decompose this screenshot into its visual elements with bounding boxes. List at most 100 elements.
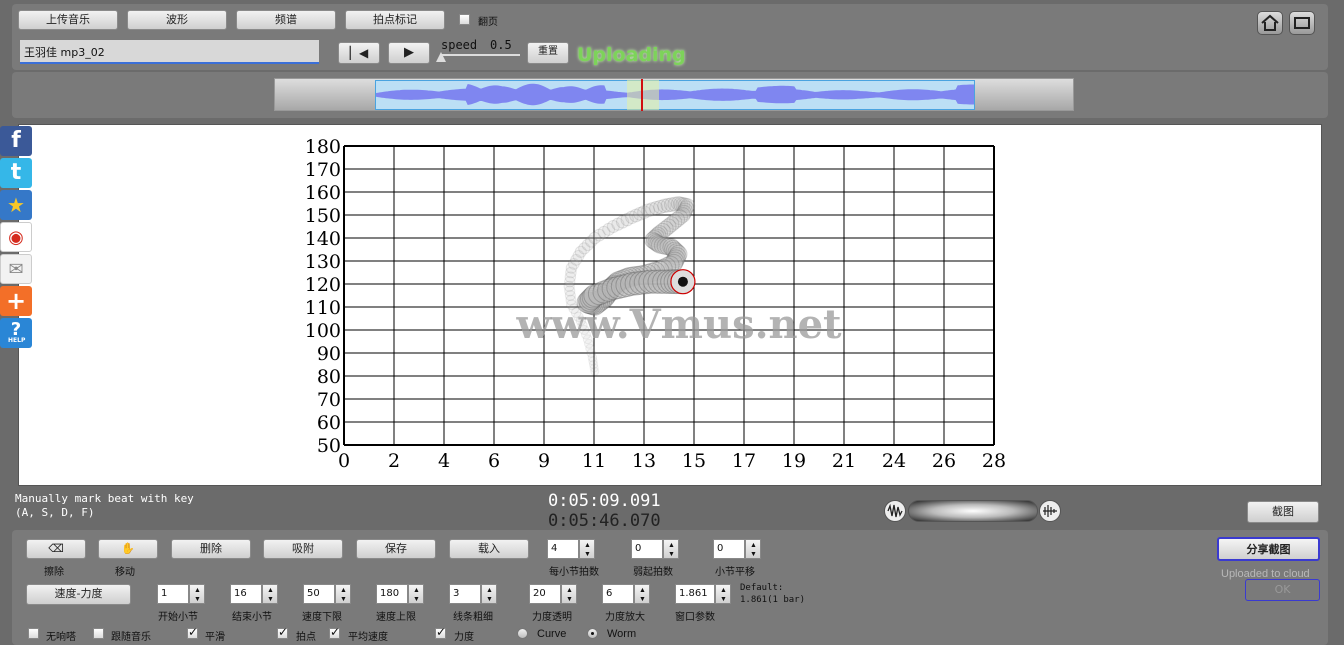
tempo-min-arrows[interactable]: ▲ ▼ <box>335 584 351 604</box>
play-icon: ▶ <box>404 45 414 60</box>
snap-button[interactable]: 吸附 <box>263 539 343 559</box>
facebook-icon[interactable]: f <box>0 126 32 156</box>
end-bar-value[interactable]: 16 <box>230 584 262 604</box>
no-click-checkbox[interactable] <box>28 628 39 639</box>
smooth-label: 平滑 <box>205 632 225 643</box>
dynamics-checkbox[interactable] <box>435 625 446 639</box>
skip-back-button[interactable]: ▏◀ <box>338 42 380 64</box>
move-button[interactable]: ✋ <box>98 539 158 559</box>
add-share-icon[interactable]: + <box>0 286 32 316</box>
tempo-max-label: 速度上限 <box>376 612 416 623</box>
waveform-signal <box>376 83 974 106</box>
reset-button[interactable]: 重置 <box>527 42 569 64</box>
skip-back-icon: ▏◀ <box>349 46 369 60</box>
y-tick-label: 170 <box>305 159 341 181</box>
y-tick-label: 140 <box>305 228 341 250</box>
curve-radio[interactable] <box>517 628 528 639</box>
beat-mark-button[interactable]: 拍点标记 <box>345 10 445 30</box>
window-param-label: 窗口参数 <box>675 612 715 623</box>
end-bar-arrows[interactable]: ▲ ▼ <box>262 584 278 604</box>
line-width-arrows[interactable]: ▲ ▼ <box>481 584 497 604</box>
line-width-value[interactable]: 3 <box>449 584 481 604</box>
start-bar-value[interactable]: 1 <box>157 584 189 604</box>
play-button[interactable]: ▶ <box>388 42 430 64</box>
waveform-overview[interactable] <box>274 78 1074 111</box>
speed-value: 0.5 <box>490 38 512 52</box>
bar-shift-value[interactable]: 0 <box>713 539 745 559</box>
dyn-scale-arrows[interactable]: ▲ ▼ <box>634 584 650 604</box>
load-button[interactable]: 载入 <box>449 539 529 559</box>
tempo-dynamics-button[interactable]: 速度-力度 <box>26 584 131 605</box>
x-tick-label: 19 <box>782 450 806 472</box>
tempo-max-value[interactable]: 180 <box>376 584 408 604</box>
ok-button[interactable]: OK <box>1245 579 1320 601</box>
dyn-scale-value[interactable]: 6 <box>602 584 634 604</box>
email-icon[interactable]: ✉ <box>0 254 32 284</box>
start-bar-arrows[interactable]: ▲ ▼ <box>189 584 205 604</box>
watermark: www.Vmus.net <box>515 301 842 348</box>
twitter-icon[interactable]: t <box>0 158 32 188</box>
bar-shift-label: 小节平移 <box>715 567 755 578</box>
volume-high-icon[interactable] <box>1039 500 1061 522</box>
speed-label: speed <box>441 38 478 52</box>
dyn-opacity-arrows[interactable]: ▲ ▼ <box>561 584 577 604</box>
save-button[interactable]: 保存 <box>356 539 436 559</box>
y-tick-label: 50 <box>317 435 341 457</box>
home-icon[interactable] <box>1257 11 1283 35</box>
delete-button[interactable]: 删除 <box>171 539 251 559</box>
screenshot-button[interactable]: 截图 <box>1247 501 1319 523</box>
pickup-beats-arrows[interactable]: ▲ ▼ <box>663 539 679 559</box>
speed-slider-thumb[interactable] <box>436 52 446 62</box>
beats-per-bar-arrows[interactable]: ▲ ▼ <box>579 539 595 559</box>
weibo-icon[interactable]: ◉ <box>0 222 32 252</box>
beats-per-bar-label: 每小节拍数 <box>549 567 599 578</box>
worm-radio[interactable] <box>587 628 598 639</box>
y-tick-label: 150 <box>305 205 341 227</box>
beat-label: 拍点 <box>296 632 316 643</box>
beats-per-bar-value[interactable]: 4 <box>547 539 579 559</box>
favorite-star-icon[interactable]: ★ <box>0 190 32 220</box>
y-tick-label: 60 <box>317 412 341 434</box>
volume-slider[interactable] <box>908 500 1038 522</box>
upload-music-button[interactable]: 上传音乐 <box>18 10 118 30</box>
help-icon[interactable]: ? HELP <box>0 318 32 348</box>
y-tick-label: 120 <box>305 274 341 296</box>
playhead-marker[interactable] <box>641 79 643 111</box>
bar-shift-arrows[interactable]: ▲ ▼ <box>745 539 761 559</box>
dyn-opacity-value[interactable]: 20 <box>529 584 561 604</box>
tempo-max-arrows[interactable]: ▲ ▼ <box>408 584 424 604</box>
x-tick-label: 28 <box>982 450 1006 472</box>
follow-music-checkbox[interactable] <box>93 628 104 639</box>
line-width-label: 线条粗细 <box>453 612 493 623</box>
x-tick-label: 21 <box>832 450 856 472</box>
pickup-beats-value[interactable]: 0 <box>631 539 663 559</box>
y-tick-label: 70 <box>317 389 341 411</box>
eraser-icon: ⌫ <box>48 542 64 555</box>
current-time: 0:05:09.091 <box>548 491 661 511</box>
fullscreen-icon[interactable] <box>1289 11 1315 35</box>
share-screenshot-button[interactable]: 分享截图 <box>1217 537 1320 561</box>
x-tick-label: 6 <box>488 450 500 472</box>
x-tick-label: 24 <box>882 450 906 472</box>
volume-low-icon[interactable] <box>884 500 906 522</box>
window-param-arrows[interactable]: ▲ ▼ <box>715 584 731 604</box>
speed-slider-track[interactable] <box>440 54 520 56</box>
smooth-checkbox[interactable] <box>187 625 198 639</box>
tempo-min-value[interactable]: 50 <box>303 584 335 604</box>
waveform-visible-window[interactable] <box>375 80 975 110</box>
erase-button[interactable]: ⌫ <box>26 539 86 559</box>
file-name-field[interactable]: 王羽佳 mp3_02 <box>20 40 319 64</box>
pickup-beats-label: 弱起拍数 <box>633 567 673 578</box>
page-turn-checkbox[interactable] <box>459 14 470 25</box>
average-tempo-checkbox[interactable] <box>329 625 340 639</box>
x-tick-label: 2 <box>388 450 400 472</box>
file-name-text: 王羽佳 mp3_02 <box>24 46 105 59</box>
move-label: 移动 <box>115 567 135 578</box>
waveform-selection[interactable] <box>627 80 659 110</box>
beat-checkbox[interactable] <box>277 625 288 639</box>
waveform-button[interactable]: 波形 <box>127 10 227 30</box>
spectrum-button[interactable]: 频谱 <box>236 10 336 30</box>
window-param-value[interactable]: 1.861 <box>675 584 715 604</box>
no-click-label: 无响嗒 <box>46 632 76 643</box>
worm-head <box>677 276 688 287</box>
